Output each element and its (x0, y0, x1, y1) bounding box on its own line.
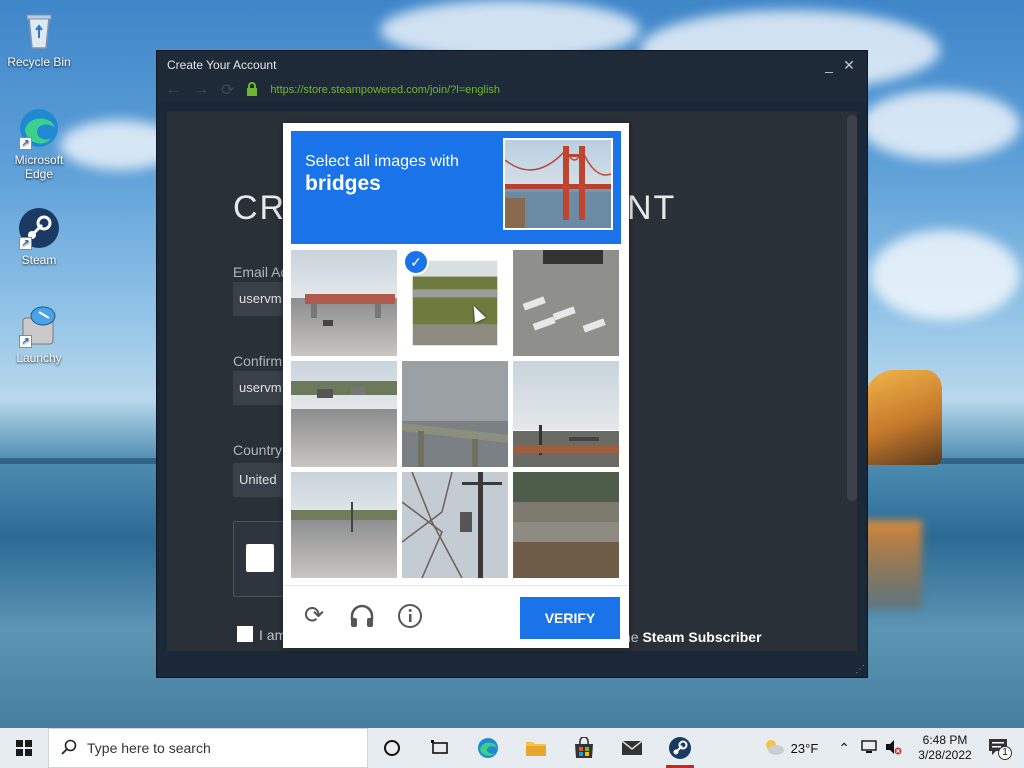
cloud (870, 230, 1020, 320)
search-placeholder: Type here to search (87, 740, 211, 756)
steam-icon: ↗ (17, 206, 61, 250)
desktop-icon-label: Microsoft Edge (14, 153, 64, 181)
agree-row: I am (237, 626, 286, 643)
captcha-tile[interactable] (513, 361, 619, 467)
network-icon[interactable] (860, 739, 878, 758)
window-title: Create Your Account (167, 58, 277, 72)
task-view-cortana-icon[interactable] (368, 728, 416, 768)
volume-muted-icon[interactable] (884, 739, 902, 758)
back-arrow-icon[interactable]: ← (165, 81, 181, 99)
weather-temperature[interactable]: 23°F (791, 741, 819, 756)
shortcut-arrow-icon: ↗ (19, 137, 32, 150)
minimize-button[interactable]: _ (819, 57, 839, 73)
taskbar: Type here to search 23°F ⌃ 6:48 PM 3/28/ (0, 728, 1024, 768)
url-bar: ← → ⟳ https://store.steampowered.com/joi… (157, 79, 867, 101)
desktop-icon-steam[interactable]: ↗ Steam (6, 206, 72, 267)
launchy-icon: ↗ (17, 304, 61, 348)
verify-button[interactable]: VERIFY (520, 597, 620, 639)
desktop-icon-label: Launchy (16, 351, 62, 365)
start-button[interactable] (0, 728, 48, 768)
captcha-instruction: Select all images with (305, 153, 459, 170)
forward-arrow-icon[interactable]: → (193, 81, 209, 99)
captcha-tile[interactable] (412, 260, 498, 346)
steam-taskbar-icon[interactable] (656, 728, 704, 768)
search-icon (61, 739, 77, 758)
cloud (860, 90, 1020, 160)
captcha-checkbox[interactable] (246, 544, 274, 572)
desktop-icon-label: Recycle Bin (7, 55, 71, 69)
captcha-tile[interactable] (513, 250, 619, 356)
info-icon[interactable] (396, 602, 424, 630)
country-label: Country (233, 442, 283, 458)
desktop-icon-label: Steam (21, 253, 57, 267)
edge-icon: ↗ (17, 106, 61, 150)
notification-center-icon[interactable]: 1 (988, 738, 1024, 760)
clock[interactable]: 6:48 PM 3/28/2022 (908, 733, 982, 763)
audio-challenge-icon[interactable] (348, 602, 376, 630)
steam-subscriber-link[interactable]: Steam Subscriber (642, 629, 761, 645)
email-label: Email Ad (233, 264, 289, 280)
mail-icon[interactable] (608, 728, 656, 768)
clock-date: 3/28/2022 (918, 748, 972, 762)
agree-text-end: he Steam Subscriber (623, 629, 762, 645)
captcha-challenge: Select all images with bridges ✓ ⟳ VERIF… (283, 123, 629, 648)
captcha-tile[interactable] (291, 361, 397, 467)
captcha-tile[interactable] (402, 472, 508, 578)
coastal-rock (862, 370, 942, 465)
agree-checkbox[interactable] (237, 626, 253, 642)
captcha-header: Select all images with bridges (291, 131, 621, 244)
page-title-end: NT (627, 189, 677, 227)
selected-checkmark-icon: ✓ (403, 249, 429, 275)
notification-count: 1 (998, 745, 1012, 760)
lock-icon (246, 81, 258, 99)
rock-reflection (862, 520, 922, 610)
window-titlebar[interactable]: Create Your Account _ ✕ (157, 51, 867, 79)
microsoft-store-icon[interactable] (560, 728, 608, 768)
close-button[interactable]: ✕ (839, 57, 859, 74)
system-tray: 23°F ⌃ 6:48 PM 3/28/2022 1 (763, 728, 1024, 768)
scrollbar[interactable] (847, 115, 857, 501)
desktop-icon-recycle-bin[interactable]: Recycle Bin (6, 8, 72, 69)
file-explorer-icon[interactable] (512, 728, 560, 768)
resize-grip-icon[interactable]: ⋰ (855, 664, 865, 675)
desktop-icon-launchy[interactable]: ↗ Launchy (6, 304, 72, 365)
edge-taskbar-icon[interactable] (464, 728, 512, 768)
captcha-tile[interactable] (291, 472, 397, 578)
windows-logo-icon (16, 740, 32, 756)
weather-icon[interactable] (763, 738, 785, 759)
shortcut-arrow-icon: ↗ (19, 335, 32, 348)
task-view-icon[interactable] (416, 728, 464, 768)
desktop-icon-edge[interactable]: ↗ Microsoft Edge (6, 106, 72, 181)
taskbar-search-box[interactable]: Type here to search (48, 728, 368, 768)
refresh-icon[interactable]: ⟳ (300, 602, 328, 630)
captcha-tile[interactable] (291, 250, 397, 356)
recycle-bin-icon (17, 8, 61, 52)
captcha-target: bridges (305, 172, 381, 195)
sample-bridge-image (503, 138, 613, 230)
reload-icon[interactable]: ⟳ (221, 80, 234, 100)
chevron-up-icon[interactable]: ⌃ (838, 740, 850, 757)
captcha-tile[interactable] (513, 472, 619, 578)
page-url[interactable]: https://store.steampowered.com/join/?l=e… (270, 84, 500, 96)
confirm-email-label: Confirm (233, 353, 283, 369)
shortcut-arrow-icon: ↗ (19, 237, 32, 250)
captcha-footer: ⟳ VERIFY (283, 585, 629, 648)
captcha-tile[interactable] (402, 361, 508, 467)
clock-time: 6:48 PM (922, 733, 968, 747)
